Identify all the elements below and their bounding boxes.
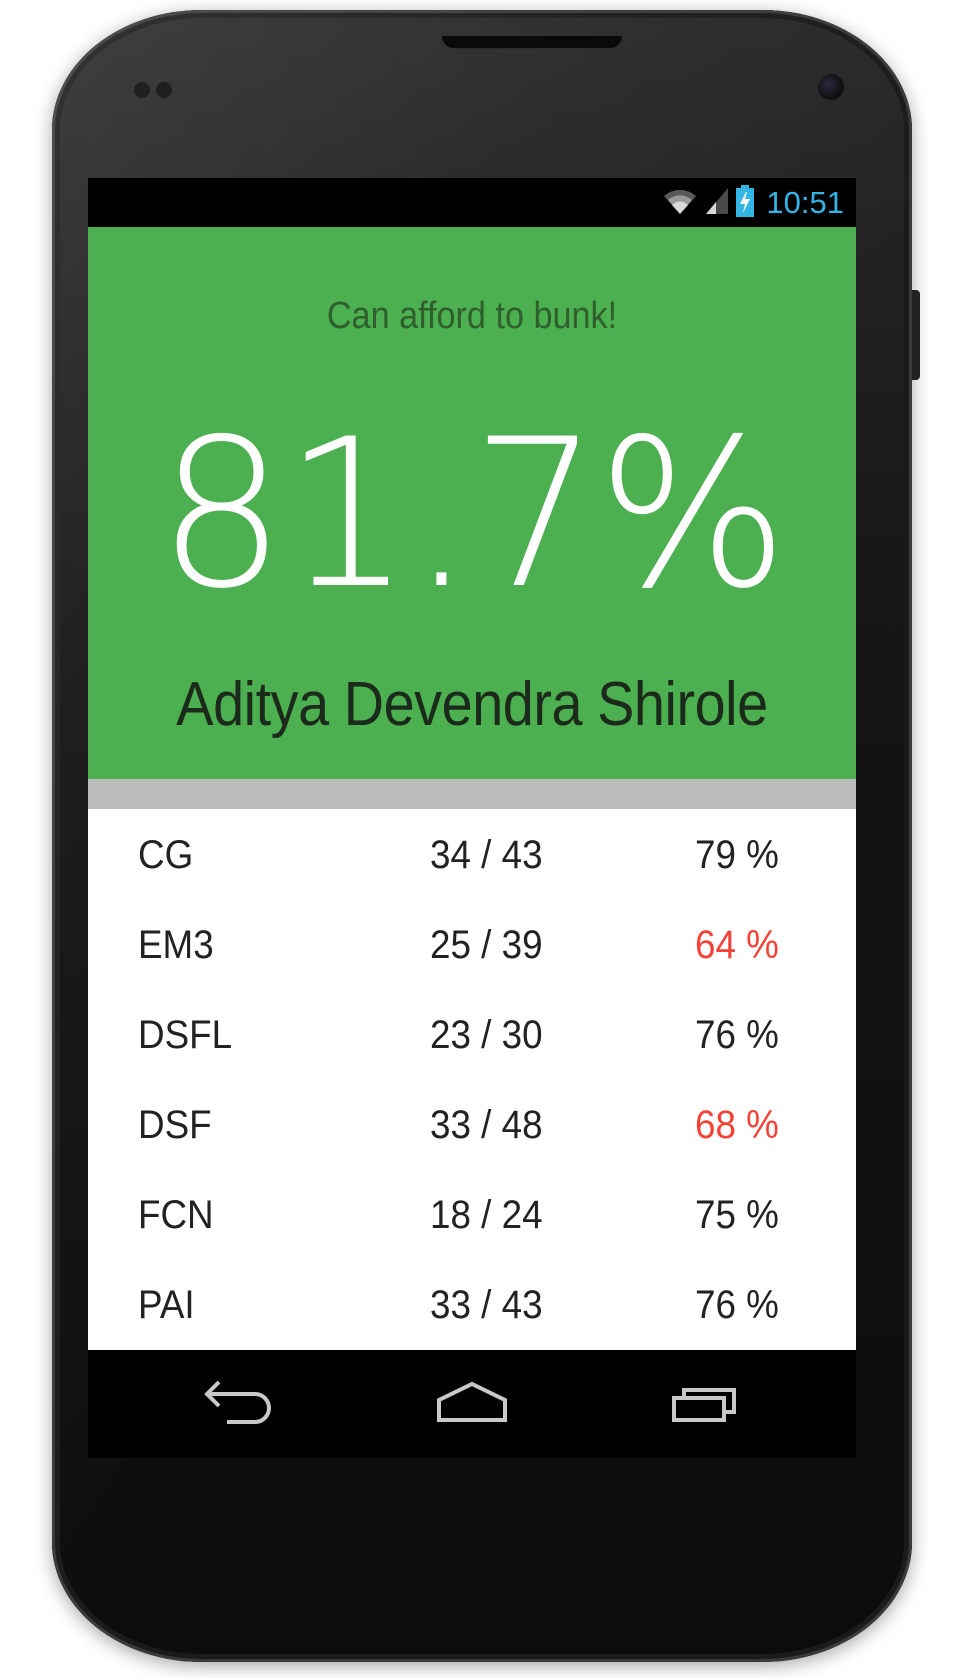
screen: 10:51 Can afford to bunk! 81.7% Aditya D… <box>88 178 856 1458</box>
subject-percent: 76 % <box>695 1013 779 1057</box>
subject-name: EM3 <box>138 923 214 967</box>
home-icon <box>435 1380 509 1429</box>
proximity-sensor <box>134 82 150 98</box>
back-icon <box>203 1380 273 1429</box>
subject-name: DSFL <box>138 1013 233 1057</box>
subject-percent: 75 % <box>695 1193 779 1237</box>
status-bar: 10:51 <box>88 178 856 227</box>
subject-row-cg[interactable]: CG 34 / 43 79 % <box>88 809 856 899</box>
front-camera <box>818 74 844 100</box>
subject-percent: 76 % <box>695 1283 779 1327</box>
subject-attended: 33 / 48 <box>430 1103 543 1147</box>
page: 10:51 Can afford to bunk! 81.7% Aditya D… <box>0 0 958 1678</box>
speaker-grille <box>442 36 622 48</box>
subject-row-dsf[interactable]: DSF 33 / 48 68 % <box>88 1079 856 1169</box>
subject-percent: 68 % <box>695 1103 779 1147</box>
battery-charging-icon <box>736 184 755 222</box>
subject-list: CG 34 / 43 79 % EM3 25 / 39 64 % DSFL 23… <box>88 809 856 1350</box>
student-name: Aditya Devendra Shirole <box>176 670 768 739</box>
phone-frame: 10:51 Can afford to bunk! 81.7% Aditya D… <box>52 10 920 1662</box>
status-message: Can afford to bunk! <box>326 295 618 337</box>
recent-apps-icon <box>670 1380 742 1429</box>
subject-row-fcn[interactable]: FCN 18 / 24 75 % <box>88 1169 856 1259</box>
attendance-summary-header: Can afford to bunk! 81.7% Aditya Devendr… <box>88 227 856 779</box>
section-divider <box>88 779 856 809</box>
subject-percent: 79 % <box>695 833 779 877</box>
home-button[interactable] <box>422 1372 522 1436</box>
navigation-bar <box>88 1350 856 1458</box>
signal-icon <box>704 186 730 221</box>
subject-row-em3[interactable]: EM3 25 / 39 64 % <box>88 899 856 989</box>
wifi-icon <box>662 186 698 221</box>
subject-name: DSF <box>138 1103 212 1147</box>
status-time: 10:51 <box>766 185 844 220</box>
subject-name: FCN <box>138 1193 214 1237</box>
subject-attended: 34 / 43 <box>430 833 543 877</box>
power-button[interactable] <box>912 290 920 380</box>
subject-attended: 25 / 39 <box>430 923 543 967</box>
subject-percent: 64 % <box>695 923 779 967</box>
overall-percentage: 81.7% <box>157 396 788 634</box>
subject-row-dsfl[interactable]: DSFL 23 / 30 76 % <box>88 989 856 1079</box>
subject-row-pai[interactable]: PAI 33 / 43 76 % <box>88 1259 856 1349</box>
subject-name: PAI <box>138 1283 195 1327</box>
recent-apps-button[interactable] <box>656 1372 756 1436</box>
subject-attended: 18 / 24 <box>430 1193 543 1237</box>
subject-name: CG <box>138 833 194 877</box>
back-button[interactable] <box>188 1372 288 1436</box>
subject-attended: 33 / 43 <box>430 1283 543 1327</box>
status-icons: 10:51 <box>662 184 844 222</box>
light-sensor <box>156 82 172 98</box>
subject-attended: 23 / 30 <box>430 1013 543 1057</box>
